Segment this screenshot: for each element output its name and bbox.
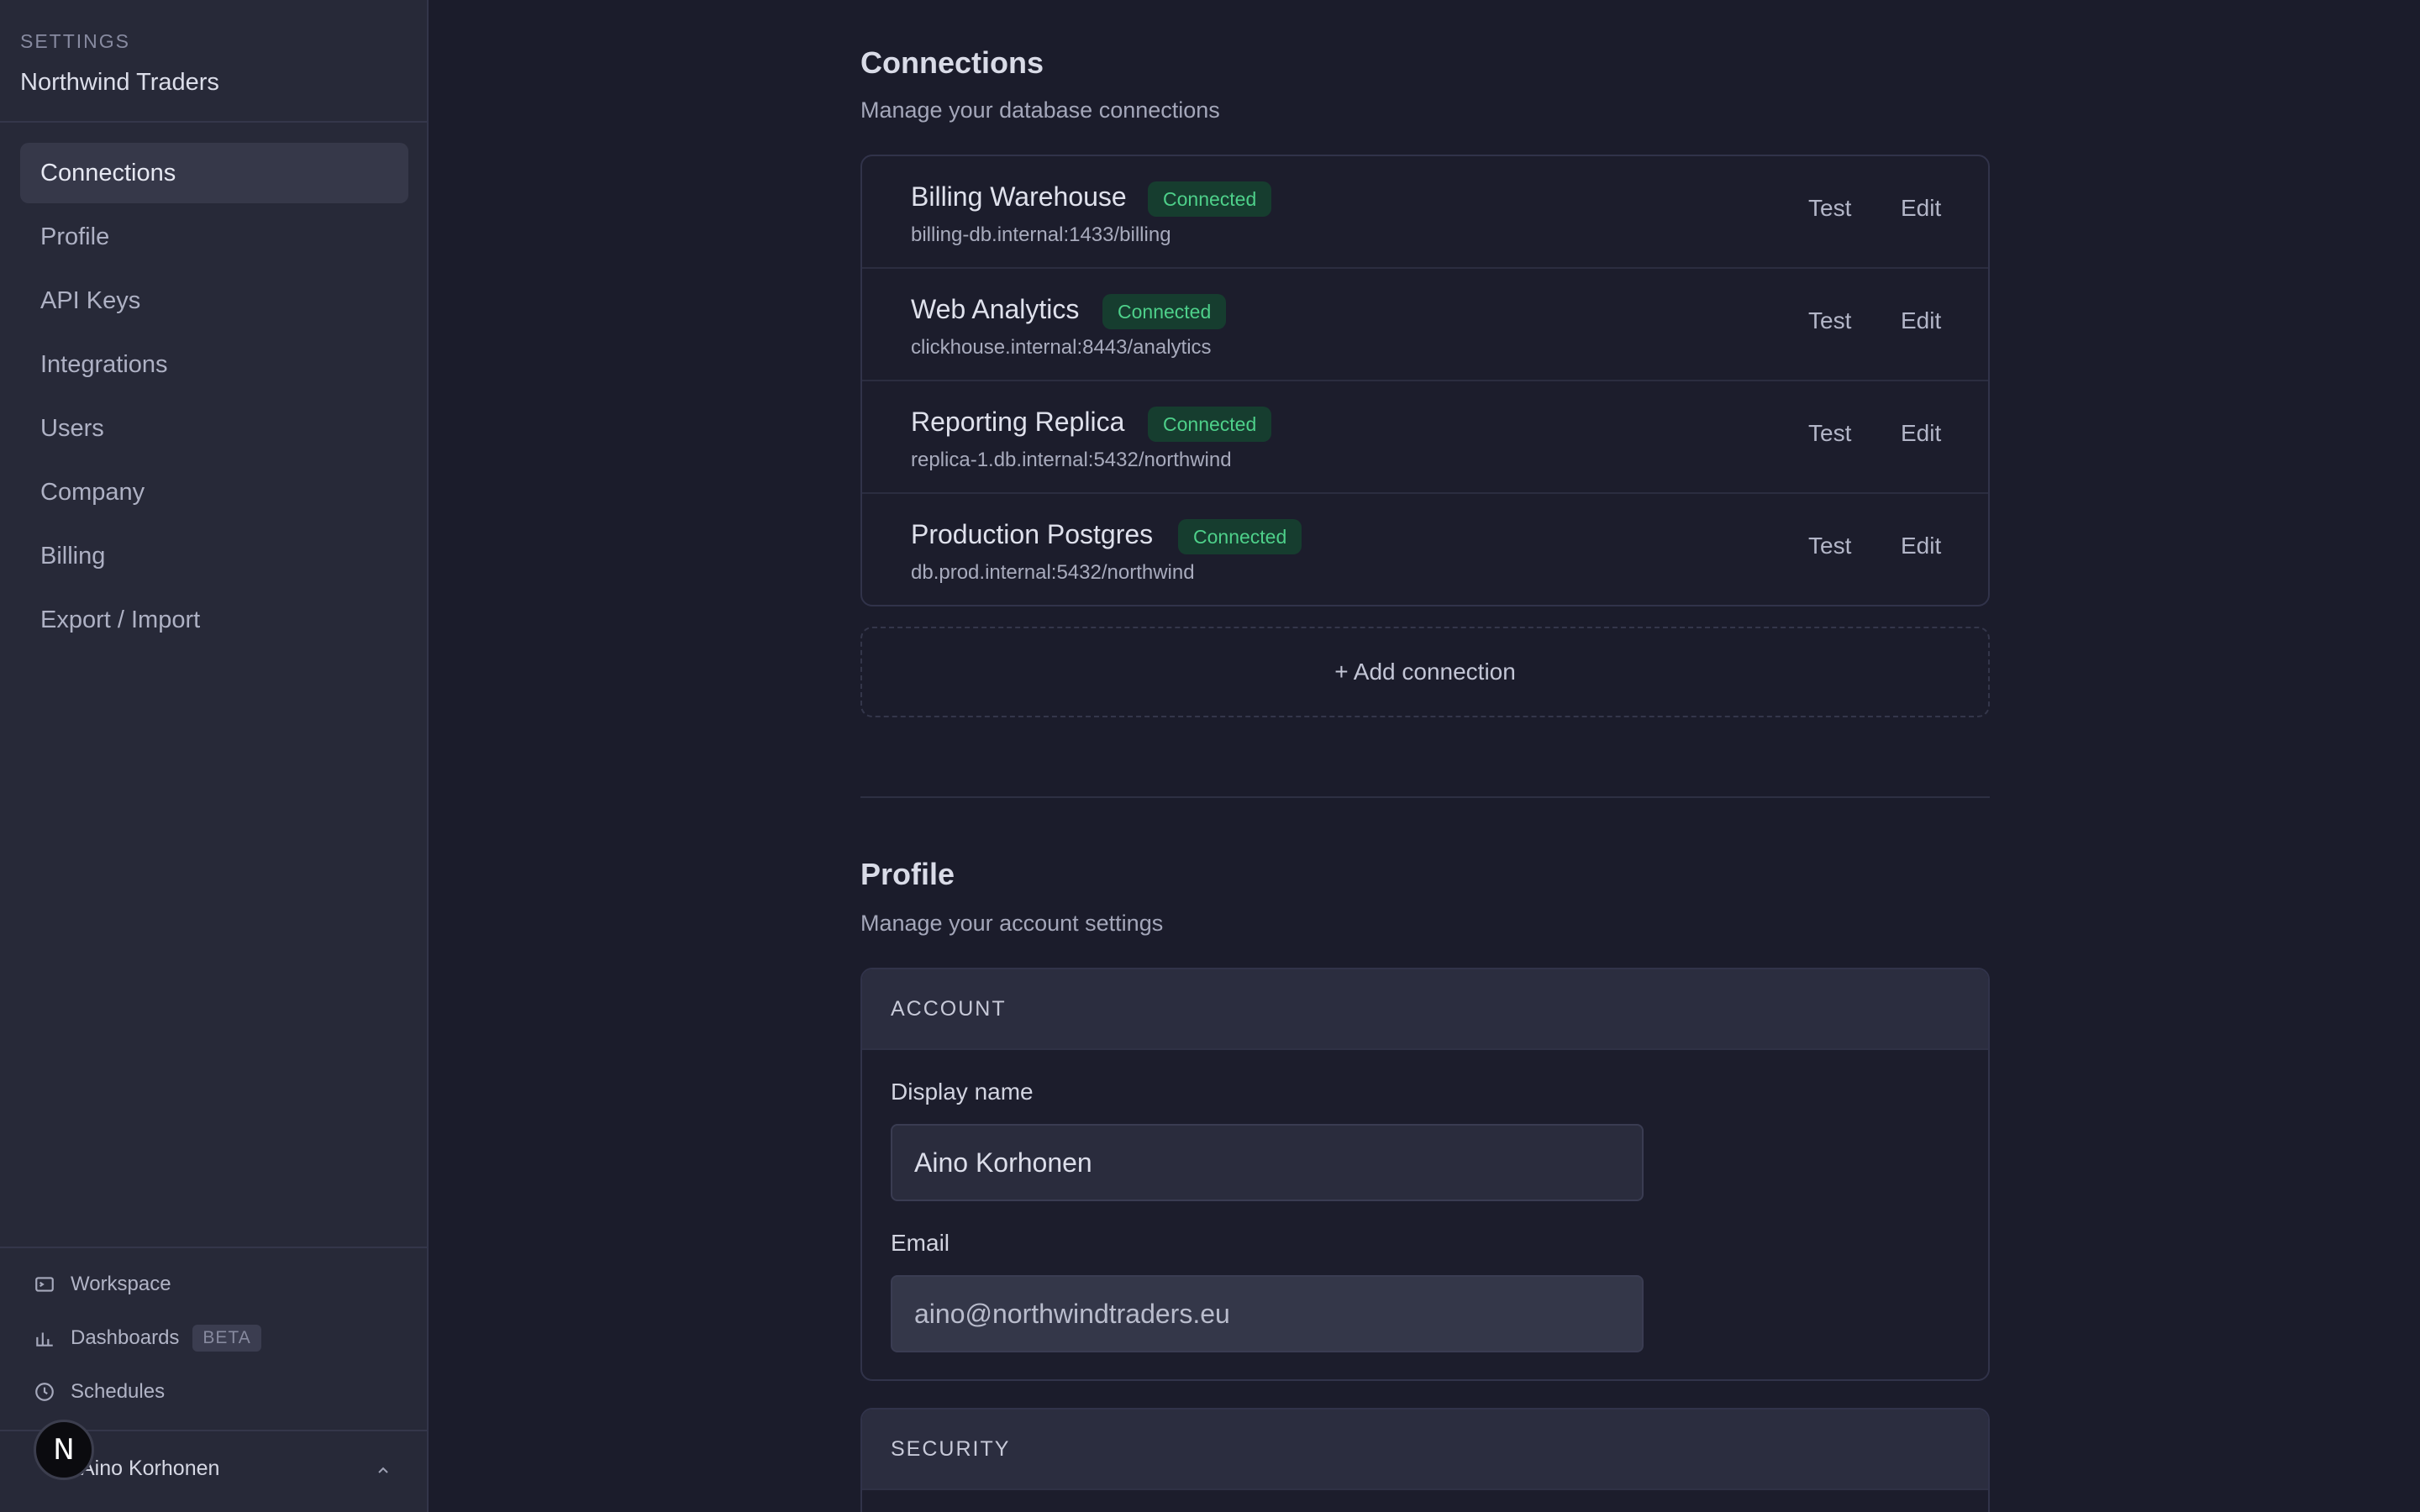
chevron-up-icon[interactable] xyxy=(373,1460,393,1480)
terminal-icon xyxy=(35,1277,54,1292)
edit-button[interactable]: Edit xyxy=(1901,307,1941,334)
bar-chart-icon xyxy=(36,1332,53,1347)
connection-row: Production Postgres Connected db.prod.in… xyxy=(862,494,1988,606)
profile-subtitle: Manage your account settings xyxy=(860,911,1164,936)
sidebar-item-users[interactable]: Users xyxy=(20,398,408,459)
status-badge: Connected xyxy=(1148,181,1272,217)
clock-icon xyxy=(35,1383,54,1401)
sidebar-item-company[interactable]: Company xyxy=(20,462,408,522)
connection-address: db.prod.internal:5432/northwind xyxy=(911,561,1195,584)
workspace-link[interactable]: Workspace xyxy=(34,1268,171,1301)
beta-badge: BETA xyxy=(192,1325,261,1352)
connections-title: Connections xyxy=(860,45,1044,80)
sidebar-item-api-keys[interactable]: API Keys xyxy=(20,270,408,331)
status-badge: Connected xyxy=(1178,519,1302,554)
sidebar-footer xyxy=(0,1247,427,1248)
connection-row: Web Analytics Connected clickhouse.inter… xyxy=(862,269,1988,381)
account-header: ACCOUNT xyxy=(862,969,1988,1050)
schedules-label: Schedules xyxy=(71,1380,166,1403)
security-header: SECURITY xyxy=(862,1410,1988,1490)
security-card: SECURITY xyxy=(860,1408,1990,1512)
dashboards-label: Dashboards xyxy=(71,1326,180,1349)
settings-nav: Connections Profile API Keys Integration… xyxy=(20,143,408,654)
sidebar-item-integrations[interactable]: Integrations xyxy=(20,334,408,395)
section-divider xyxy=(860,796,1990,798)
sidebar: SETTINGS Northwind Traders Connections P… xyxy=(0,0,429,1512)
sidebar-item-profile[interactable]: Profile xyxy=(20,207,408,267)
display-name-label: Display name xyxy=(891,1079,1034,1105)
account-card: ACCOUNT Display name Email xyxy=(860,968,1990,1381)
connection-row: Billing Warehouse Connected billing-db.i… xyxy=(862,156,1988,269)
profile-title: Profile xyxy=(860,857,955,891)
sidebar-kicker: SETTINGS xyxy=(20,30,131,52)
connection-name: Reporting Replica xyxy=(911,407,1125,437)
edit-button[interactable]: Edit xyxy=(1901,533,1941,559)
connection-name: Production Postgres xyxy=(911,519,1154,549)
workspace-label: Workspace xyxy=(71,1273,171,1295)
connections-subtitle: Manage your database connections xyxy=(860,97,1220,123)
connections-list: Billing Warehouse Connected billing-db.i… xyxy=(860,155,1990,606)
status-badge: Connected xyxy=(1148,407,1272,442)
sidebar-header: SETTINGS Northwind Traders xyxy=(0,0,427,123)
connection-address: clickhouse.internal:8443/analytics xyxy=(911,336,1212,359)
settings-app: SETTINGS Northwind Traders Connections P… xyxy=(0,0,2420,1512)
organization-name: Northwind Traders xyxy=(20,69,219,96)
sidebar-item-billing[interactable]: Billing xyxy=(20,526,408,586)
status-badge: Connected xyxy=(1102,294,1227,329)
connection-address: billing-db.internal:1433/billing xyxy=(911,223,1171,246)
edit-button[interactable]: Edit xyxy=(1901,420,1941,447)
avatar[interactable]: N xyxy=(34,1420,94,1480)
sidebar-item-export-import[interactable]: Export / Import xyxy=(20,590,408,650)
display-name-field[interactable] xyxy=(891,1124,1644,1201)
sidebar-item-connections[interactable]: Connections xyxy=(20,143,408,203)
test-button[interactable]: Test xyxy=(1808,533,1851,559)
test-button[interactable]: Test xyxy=(1808,307,1851,334)
dashboards-link[interactable]: Dashboards BETA xyxy=(34,1321,261,1355)
email-field[interactable] xyxy=(891,1275,1644,1352)
connection-name: Web Analytics xyxy=(911,294,1080,324)
email-label: Email xyxy=(891,1230,950,1256)
connection-address: replica-1.db.internal:5432/northwind xyxy=(911,449,1232,471)
schedules-link[interactable]: Schedules xyxy=(34,1375,165,1409)
connection-name: Billing Warehouse xyxy=(911,181,1127,212)
user-name[interactable]: Aino Korhonen xyxy=(81,1457,219,1481)
connection-row: Reporting Replica Connected replica-1.db… xyxy=(862,381,1988,494)
edit-button[interactable]: Edit xyxy=(1901,195,1941,222)
test-button[interactable]: Test xyxy=(1808,420,1851,447)
test-button[interactable]: Test xyxy=(1808,195,1851,222)
add-connection-button[interactable]: + Add connection xyxy=(860,627,1990,717)
